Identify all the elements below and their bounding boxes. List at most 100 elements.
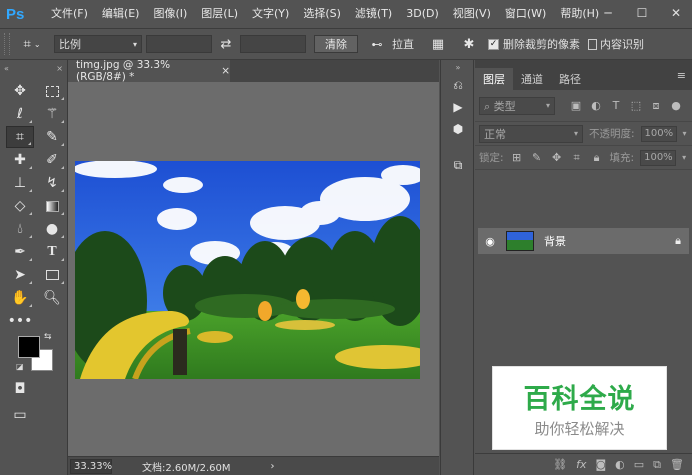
menu-view[interactable]: 视图(V) <box>446 0 498 28</box>
eraser-icon[interactable]: ◇ <box>6 195 34 217</box>
filter-shape-icon[interactable]: ⬚ <box>629 99 643 112</box>
dodge-icon[interactable]: ● <box>38 218 66 240</box>
chevron-down-icon: ⌄ <box>33 39 41 49</box>
fill-input[interactable]: 100% <box>640 149 677 166</box>
new-layer-icon[interactable]: ⧉ <box>653 458 661 472</box>
menu-image[interactable]: 图像(I) <box>146 0 194 28</box>
3d-cube-icon[interactable]: ⬢ <box>441 118 475 140</box>
adjustment-layer-icon[interactable]: ◐ <box>615 458 625 471</box>
clear-button[interactable]: 清除 <box>314 35 358 53</box>
layer-mask-icon[interactable]: ◙ <box>595 458 606 471</box>
brush-icon[interactable]: ✐ <box>38 149 66 171</box>
filter-adjustment-icon[interactable]: ◐ <box>589 99 603 112</box>
filter-toggle-icon[interactable]: ● <box>669 99 683 112</box>
filter-pixel-icon[interactable]: ▣ <box>569 99 583 112</box>
foreground-color[interactable] <box>18 336 40 358</box>
document-tab[interactable]: timg.jpg @ 33.3%(RGB/8#) * × <box>68 59 230 83</box>
lock-position-icon[interactable]: ✥ <box>550 151 564 164</box>
collapse-icon[interactable]: » <box>441 60 475 74</box>
blur-icon[interactable]: 💧︎ <box>6 218 34 240</box>
document-image[interactable] <box>75 161 420 379</box>
menu-edit[interactable]: 编辑(E) <box>95 0 147 28</box>
swap-colors-icon[interactable]: ⇆ <box>44 332 52 342</box>
gradient-icon[interactable] <box>38 195 66 217</box>
lock-paint-icon[interactable]: ✎ <box>530 151 544 164</box>
properties-panel-icon[interactable]: ⧉ <box>441 154 475 176</box>
new-group-icon[interactable]: ▭ <box>634 458 644 471</box>
canvas-area[interactable] <box>68 82 439 456</box>
menu-3d[interactable]: 3D(D) <box>399 0 446 28</box>
trash-icon[interactable]: 🗑︎ <box>670 458 684 471</box>
stamp-icon[interactable]: ⊥ <box>6 172 34 194</box>
menu-type[interactable]: 文字(Y) <box>245 0 296 28</box>
lock-all-icon[interactable]: 🔒︎ <box>590 151 604 165</box>
menu-layer[interactable]: 图层(L) <box>194 0 245 28</box>
menu-select[interactable]: 选择(S) <box>296 0 348 28</box>
menu-filter[interactable]: 滤镜(T) <box>348 0 399 28</box>
status-menu-arrow[interactable]: › <box>271 461 275 472</box>
collapse-icon[interactable]: « <box>4 64 9 73</box>
layer-item-background[interactable]: ◉ 背景 🔒︎ <box>478 228 689 254</box>
filter-type-icon[interactable]: T <box>609 99 623 112</box>
marquee-icon[interactable] <box>38 80 66 102</box>
quick-mask-icon[interactable]: ◘ <box>6 378 34 400</box>
menu-bar: Ps 文件(F) 编辑(E) 图像(I) 图层(L) 文字(Y) 选择(S) 滤… <box>0 0 692 28</box>
link-layers-icon[interactable]: ⛓ <box>553 458 567 471</box>
crop-icon[interactable]: ⌗ <box>6 126 34 148</box>
pen-icon[interactable]: ✒ <box>6 241 34 263</box>
layer-filter-select[interactable]: ⌕ 类型 ▾ <box>479 96 555 115</box>
tab-channels[interactable]: 通道 <box>513 68 551 90</box>
default-colors-icon[interactable]: ◪ <box>16 362 24 371</box>
magic-wand-icon[interactable]: ⚚ <box>38 103 66 125</box>
opacity-input[interactable]: 100% <box>640 125 677 142</box>
filter-smart-object-icon[interactable]: ⧈ <box>649 99 663 113</box>
straighten-label[interactable]: 拉直 <box>392 36 414 52</box>
eye-icon[interactable]: ◉ <box>478 235 502 248</box>
options-bar-grip[interactable] <box>4 33 10 55</box>
zoom-level-field[interactable]: 33.33% <box>70 458 112 474</box>
more-icon[interactable]: ••• <box>6 310 34 332</box>
menu-file[interactable]: 文件(F) <box>44 0 95 28</box>
menu-window[interactable]: 窗口(W) <box>498 0 553 28</box>
blend-mode-select[interactable]: 正常 ▾ <box>479 124 583 143</box>
history-brush-icon[interactable]: ↯ <box>38 172 66 194</box>
fx-icon[interactable]: fx <box>576 458 586 471</box>
close-button[interactable]: ✕ <box>666 4 686 22</box>
minimize-button[interactable]: ─ <box>598 4 618 22</box>
chevron-down-icon[interactable]: ▾ <box>682 153 686 162</box>
content-aware-checkbox[interactable]: 内容识别 <box>588 36 644 52</box>
tab-layers[interactable]: 图层 <box>475 68 513 90</box>
crop-icon: ⌗ <box>23 36 31 52</box>
path-select-icon[interactable]: ➤ <box>6 264 34 286</box>
delete-cropped-checkbox[interactable]: ✓ 删除裁剪的像素 <box>488 36 580 52</box>
move-icon[interactable]: ✥ <box>6 80 34 102</box>
ratio-select[interactable]: 比例 ▾ <box>54 35 142 53</box>
rectangle-icon[interactable] <box>38 264 66 286</box>
close-tab-icon[interactable]: × <box>221 65 230 77</box>
type-icon[interactable]: T <box>38 241 66 263</box>
zoom-icon[interactable]: 🔍︎ <box>38 287 66 309</box>
gear-icon[interactable]: ✱ <box>456 33 482 55</box>
tool-preset-picker[interactable]: ⌗ ⌄ <box>14 33 50 55</box>
maximize-button[interactable]: ☐ <box>632 4 652 22</box>
layer-filter-value: 类型 <box>493 99 516 113</box>
straighten-icon[interactable]: ⊷ <box>366 33 388 55</box>
screen-mode-icon[interactable]: ▭ <box>6 404 34 426</box>
healing-icon[interactable]: ✚ <box>6 149 34 171</box>
ratio-width-input[interactable] <box>146 35 212 53</box>
swap-icon[interactable]: ⇄ <box>212 33 240 55</box>
panel-menu-icon[interactable]: ≡ <box>677 69 686 82</box>
lock-transparent-icon[interactable]: ⊞ <box>510 151 524 164</box>
history-panel-icon[interactable]: ⎌ <box>441 74 475 96</box>
overlay-grid-icon[interactable]: ▦ <box>424 33 452 55</box>
lasso-icon[interactable]: ℓ <box>6 103 34 125</box>
lock-icon[interactable]: 🔒︎ <box>675 234 681 248</box>
tab-paths[interactable]: 路径 <box>551 68 589 90</box>
chevron-down-icon[interactable]: ▾ <box>683 129 687 138</box>
hand-icon[interactable]: ✋ <box>6 287 34 309</box>
lock-artboard-icon[interactable]: ⌗ <box>570 151 584 165</box>
ratio-height-input[interactable] <box>240 35 306 53</box>
eyedropper-icon[interactable]: ✎ <box>38 126 66 148</box>
close-panel-icon[interactable]: × <box>56 64 63 73</box>
actions-play-icon[interactable]: ▶ <box>441 96 475 118</box>
